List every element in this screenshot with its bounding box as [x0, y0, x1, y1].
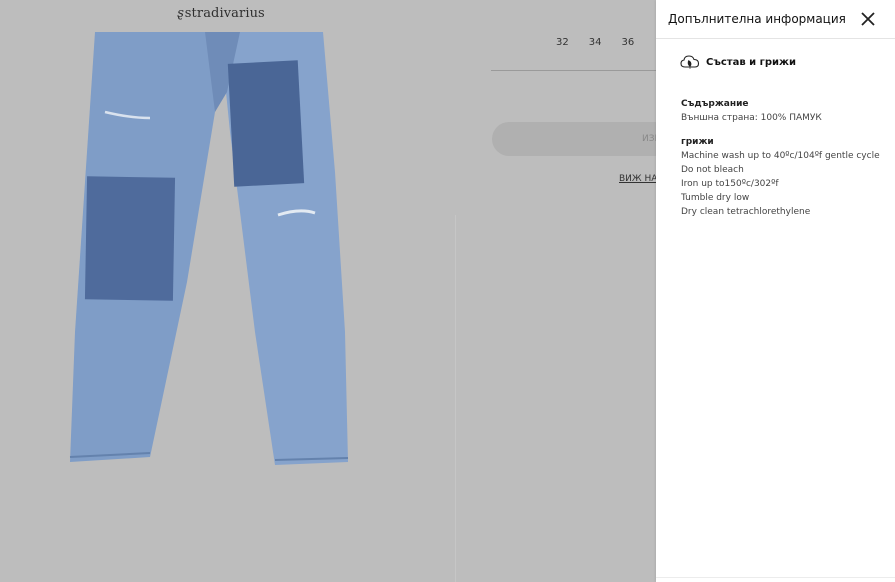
panel-header: Допълнителна информация: [656, 0, 895, 39]
care-item: Machine wash up to 40ºc/104ºf gentle cyc…: [681, 151, 880, 161]
care-heading: грижи: [681, 137, 714, 147]
size-option[interactable]: 34: [589, 37, 602, 48]
care-item: Iron up to150ºc/302ºf: [681, 179, 779, 189]
logo-mark: ȿ: [177, 6, 184, 21]
additional-info-panel: Допълнителна информация Състав и грижи С…: [656, 0, 895, 582]
size-option[interactable]: 32: [556, 37, 569, 48]
composition-block: Съдържание Външна страна: 100% ПАМУК: [681, 97, 822, 125]
size-divider: [491, 70, 656, 71]
close-button[interactable]: [857, 8, 879, 30]
close-icon: [861, 12, 875, 26]
add-to-cart-button[interactable]: ИЗБ: [492, 122, 672, 156]
composition-care-section[interactable]: Състав и грижи: [680, 54, 796, 70]
panel-title: Допълнителна информация: [668, 12, 846, 26]
leaf-cloud-icon: [680, 55, 700, 69]
patch-right: [227, 60, 305, 187]
care-item: Dry clean tetrachlorethylene: [681, 207, 811, 217]
section-title: Състав и грижи: [706, 56, 796, 68]
care-item: Do not bleach: [681, 165, 744, 175]
brand-name: stradivarius: [184, 6, 265, 21]
product-image-jeans: [69, 32, 349, 465]
size-option[interactable]: 36: [621, 37, 634, 48]
size-selector: 32 34 36: [556, 37, 634, 48]
panel-bottom-divider: [656, 577, 895, 578]
care-block: грижи Machine wash up to 40ºc/104ºf gent…: [681, 135, 880, 219]
composition-line: Външна страна: 100% ПАМУК: [681, 113, 822, 123]
care-item: Tumble dry low: [681, 193, 750, 203]
patch-left: [84, 176, 176, 301]
brand-logo[interactable]: ȿstradivarius: [177, 6, 265, 21]
content-divider: [455, 215, 456, 582]
composition-heading: Съдържание: [681, 99, 749, 109]
